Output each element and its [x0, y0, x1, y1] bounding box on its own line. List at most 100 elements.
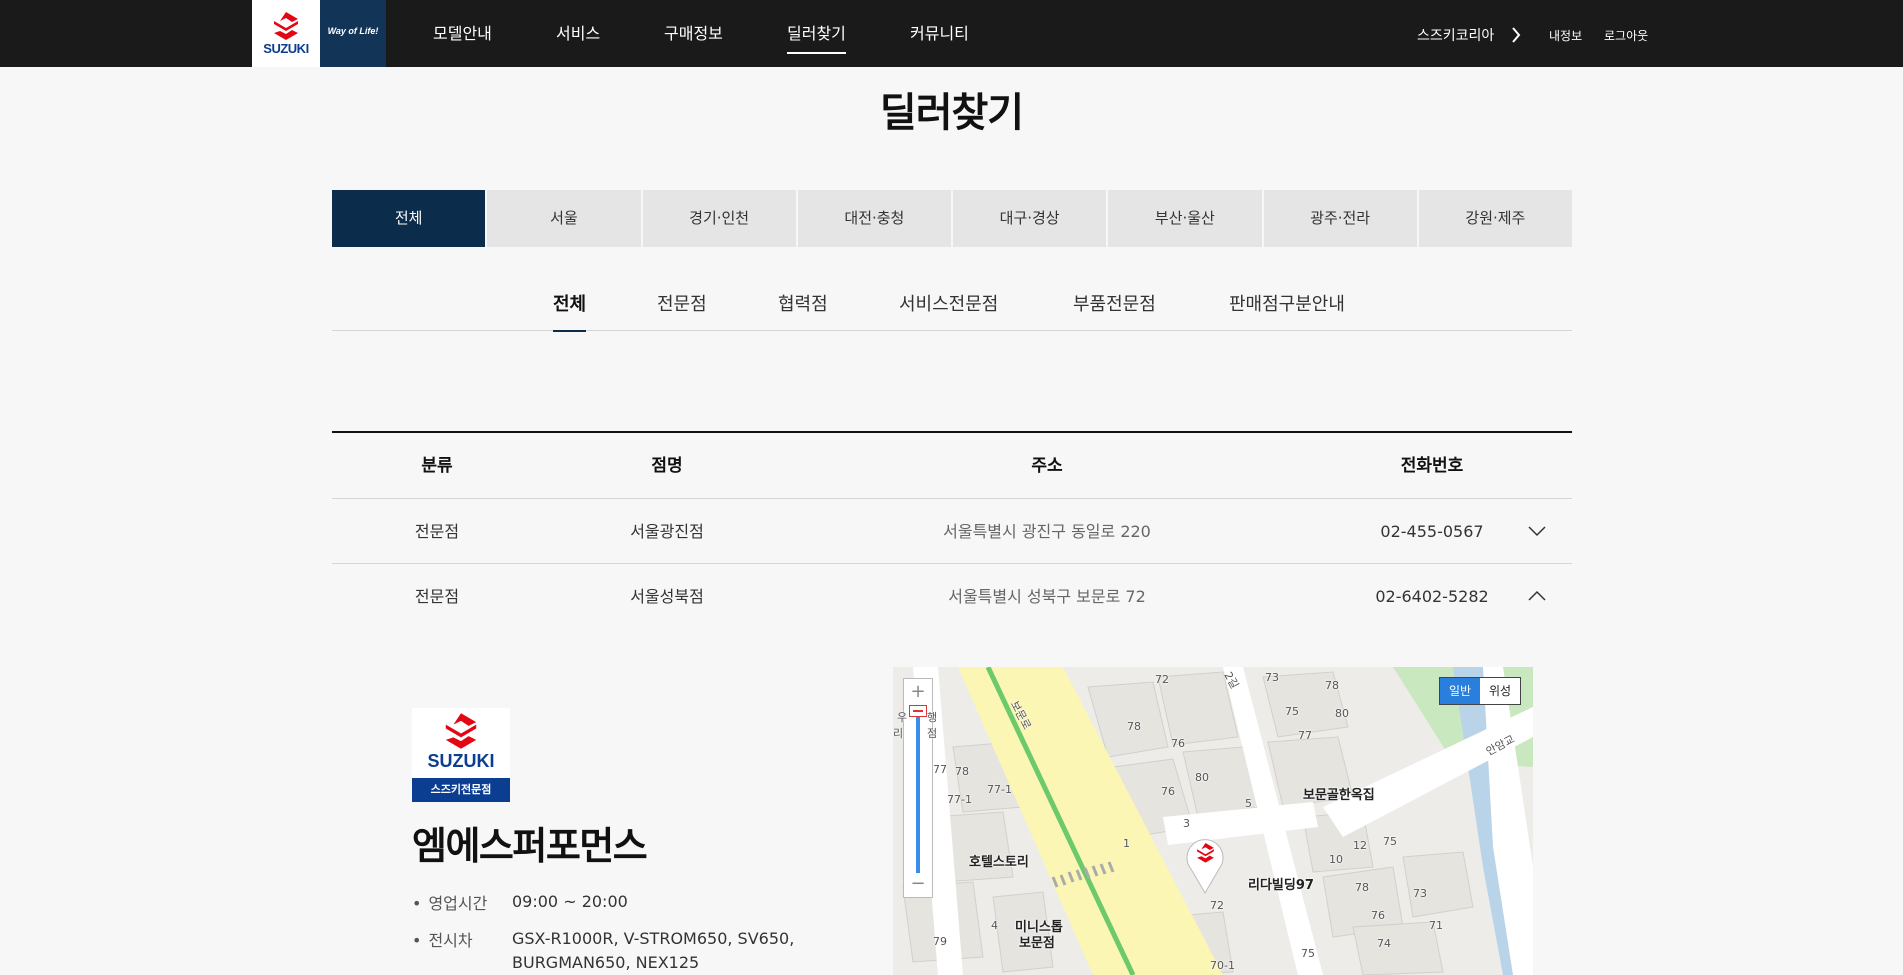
dealer-detail-panel: SUZUKI 스즈키전문점 엠에스퍼포먼스 영업시간 09:00 ~ 20:00… — [332, 627, 1572, 975]
row-address: 서울특별시 성북구 보문로 72 — [948, 587, 1146, 606]
map-lot-number: 78 — [1325, 679, 1339, 692]
map-lot-number: 78 — [1127, 720, 1141, 733]
type-tab-exclusive[interactable]: 전문점 — [657, 284, 707, 331]
map-poi-ministop-branch[interactable]: 보문점 — [1019, 932, 1055, 951]
global-nav: SUZUKI Way of Life! 모델안내 서비스 구매정보 딜러찾기 커… — [0, 0, 1903, 67]
header-phone: 전화번호 — [1400, 456, 1464, 476]
region-tab-busan-ulsan[interactable]: 부산·울산 — [1108, 190, 1262, 247]
header-name: 점명 — [651, 456, 683, 476]
menu-community[interactable]: 커뮤니티 — [910, 0, 969, 67]
map-lot-number: 77-1 — [947, 793, 972, 806]
type-tab-partner[interactable]: 협력점 — [778, 284, 828, 331]
region-tab-gangwon-jeju[interactable]: 강원·제주 — [1418, 190, 1572, 247]
my-info-link[interactable]: 내정보 — [1549, 0, 1582, 67]
map-lot-number: 3 — [1183, 817, 1190, 830]
dealer-logo-word: SUZUKI — [427, 751, 495, 771]
map-lot-number: 5 — [1245, 797, 1252, 810]
map-lot-number: 75 — [1383, 835, 1397, 848]
page-title: 딜러찾기 — [879, 90, 1024, 136]
row-phone: 02-455-0567 — [1380, 522, 1484, 541]
slogan: Way of Life! — [320, 0, 386, 67]
zoom-in-button[interactable]: + — [904, 682, 932, 702]
dealer-location-pin-icon[interactable] — [1183, 833, 1227, 895]
map-lot-number: 78 — [955, 765, 969, 778]
zoom-track[interactable] — [916, 713, 920, 873]
region-tabs: 전체 서울 경기·인천 대전·충청 대구·경상 부산·울산 광주·전라 강원·제… — [332, 190, 1572, 247]
map-partial-label: 우 — [897, 711, 908, 724]
map-lot-number: 70-1 — [1210, 959, 1235, 972]
region-tab-daejeon-chungcheong[interactable]: 대전·충청 — [797, 190, 951, 247]
region-tab-daegu-gyeongsang[interactable]: 대구·경상 — [953, 190, 1107, 247]
map-lot-number: 76 — [1371, 909, 1385, 922]
map-lot-number: 1 — [1123, 837, 1130, 850]
zoom-out-button[interactable]: − — [904, 874, 932, 894]
map-poi-hotel[interactable]: 호텔스토리 — [969, 851, 1029, 870]
row-type: 전문점 — [414, 522, 460, 541]
dealer-name: 엠에스퍼포먼스 — [412, 824, 648, 868]
map-lot-number: 77 — [1298, 729, 1312, 742]
map-lot-number: 73 — [1265, 671, 1279, 684]
display-line1: GSX-R1000R, V-STROM650, SV650, — [512, 929, 795, 948]
map-lot-number: 72 — [1210, 899, 1224, 912]
display-label: 전시차 — [412, 927, 472, 951]
row-phone: 02-6402-5282 — [1375, 587, 1489, 606]
map-lot-number: 72 — [1155, 673, 1169, 686]
hours-label: 영업시간 — [412, 890, 487, 914]
suzuki-korea-link[interactable]: 스즈키코리아 — [1417, 0, 1521, 67]
map-type-normal[interactable]: 일반 — [1440, 678, 1480, 704]
dealer-logo: SUZUKI 스즈키전문점 — [412, 708, 510, 802]
table-row[interactable]: 전문점 서울성북점 서울특별시 성북구 보문로 72 02-6402-5282 — [332, 564, 1572, 629]
suzuki-logo[interactable]: SUZUKI — [252, 0, 320, 67]
chevron-right-icon — [1512, 27, 1521, 43]
zoom-slider-handle[interactable] — [909, 705, 927, 717]
type-tab-service[interactable]: 서비스전문점 — [899, 284, 998, 331]
map-partial-label: 행 — [927, 711, 938, 724]
map-lot-number: 73 — [1413, 887, 1427, 900]
type-tab-all[interactable]: 전체 — [553, 284, 587, 332]
map-lot-number: 77-1 — [987, 783, 1012, 796]
suzuki-s-logo-icon — [274, 12, 298, 40]
map-lot-number: 76 — [1161, 785, 1175, 798]
region-tab-gyeonggi-incheon[interactable]: 경기·인천 — [642, 190, 796, 247]
header-type: 분류 — [421, 456, 453, 476]
map-lot-number: 10 — [1329, 853, 1343, 866]
dealer-type-tabs: 전체 전문점 협력점 서비스전문점 부품전문점 판매점구분안내 — [332, 284, 1572, 332]
display-line2: BURGMAN650, NEX125 — [512, 953, 700, 972]
map-partial-label: 점 — [927, 727, 938, 740]
menu-find-dealer[interactable]: 딜러찾기 — [787, 0, 846, 67]
map-lot-number: 76 — [1171, 737, 1185, 750]
menu-models[interactable]: 모델안내 — [433, 0, 492, 67]
dealer-badge: 스즈키전문점 — [412, 778, 510, 802]
dealer-map[interactable]: + − 일반 위성 보문로 안암교 2길 우 행 리 점 보문골한옥집 호텔스토… — [893, 667, 1533, 975]
map-lot-number: 74 — [1377, 937, 1391, 950]
map-lot-number: 71 — [1429, 919, 1443, 932]
region-tab-all[interactable]: 전체 — [332, 190, 486, 247]
chevron-down-icon[interactable] — [1527, 524, 1547, 538]
slogan-text: Way of Life! — [327, 26, 379, 36]
map-lot-number: 12 — [1353, 839, 1367, 852]
chevron-up-icon[interactable] — [1527, 589, 1547, 603]
table-row[interactable]: 전문점 서울광진점 서울특별시 광진구 동일로 220 02-455-0567 — [332, 499, 1572, 564]
map-lot-number: 4 — [991, 919, 998, 932]
type-tab-sales-guide[interactable]: 판매점구분안내 — [1229, 284, 1345, 331]
map-type-satellite[interactable]: 위성 — [1480, 678, 1520, 704]
map-poi-building[interactable]: 리다빌딩97 — [1248, 874, 1314, 893]
header-address: 주소 — [1031, 456, 1063, 476]
type-tab-parts[interactable]: 부품전문점 — [1073, 284, 1156, 331]
menu-purchase-info[interactable]: 구매정보 — [664, 0, 723, 67]
row-name: 서울성북점 — [630, 587, 704, 606]
suzuki-korea-label: 스즈키코리아 — [1417, 28, 1495, 44]
map-lot-number: 80 — [1195, 771, 1209, 784]
region-tab-gwangju-jeolla[interactable]: 광주·전라 — [1263, 190, 1417, 247]
logo-word: SUZUKI — [263, 41, 309, 56]
dealer-table: 분류 점명 주소 전화번호 전문점 서울광진점 서울특별시 광진구 동일로 22… — [332, 431, 1572, 629]
map-lot-number: 77 — [933, 763, 947, 776]
row-name: 서울광진점 — [630, 522, 704, 541]
menu-service[interactable]: 서비스 — [556, 0, 600, 67]
map-poi-restaurant[interactable]: 보문골한옥집 — [1303, 784, 1375, 803]
region-tab-seoul[interactable]: 서울 — [487, 190, 641, 247]
row-address: 서울특별시 광진구 동일로 220 — [943, 522, 1151, 541]
map-lot-number: 75 — [1301, 947, 1315, 960]
logout-link[interactable]: 로그아웃 — [1604, 0, 1648, 67]
hours-value: 09:00 ~ 20:00 — [512, 892, 628, 911]
